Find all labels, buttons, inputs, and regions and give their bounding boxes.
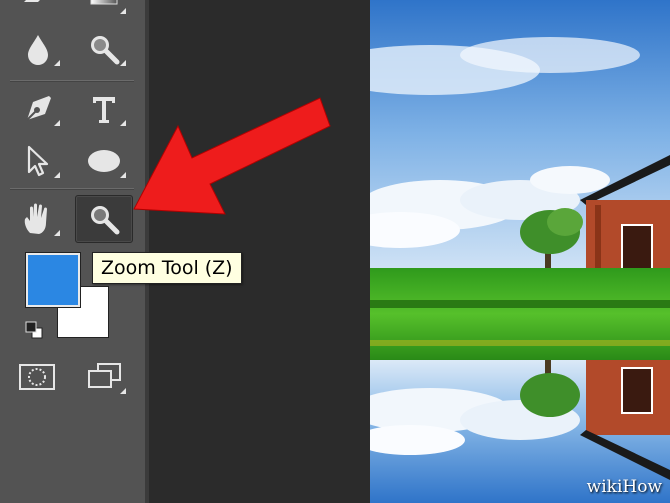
- tool-flyout-indicator: [120, 172, 126, 178]
- ellipse-icon: [88, 150, 120, 172]
- tool-flyout-indicator: [54, 120, 60, 126]
- blur-tool[interactable]: [10, 26, 66, 72]
- foreground-color-swatch[interactable]: [25, 252, 81, 308]
- screen-mode-button[interactable]: [86, 362, 126, 394]
- type-t-icon: [93, 97, 115, 123]
- zoom-tool-tooltip: Zoom Tool (Z): [92, 252, 242, 284]
- tool-flyout-indicator: [54, 230, 60, 236]
- eraser-icon: [24, 0, 40, 2]
- path-selection-tool[interactable]: [10, 138, 66, 184]
- quick-mask-icon: [19, 364, 55, 390]
- tool-flyout-indicator: [54, 172, 60, 178]
- toolbar-separator: [10, 80, 134, 82]
- arrow-pointer-icon: [27, 145, 49, 177]
- toolbar-separator: [10, 188, 134, 190]
- red-arrow-annotation: [133, 97, 331, 215]
- tool-flyout-indicator: [120, 120, 126, 126]
- document-canvas[interactable]: wikiHow: [370, 0, 670, 503]
- pen-nib-icon: [26, 96, 51, 121]
- type-tool[interactable]: [76, 86, 132, 132]
- tool-flyout-indicator: [120, 388, 126, 394]
- tool-flyout-indicator: [120, 8, 126, 14]
- tool-flyout-indicator: [54, 60, 60, 66]
- eraser-tool[interactable]: [10, 0, 66, 20]
- landscape-photo: [370, 0, 670, 503]
- magnifier-icon: [91, 36, 120, 65]
- quick-mask-button[interactable]: [18, 363, 56, 391]
- hand-tool[interactable]: [10, 196, 66, 242]
- gradient-tool[interactable]: [76, 0, 132, 20]
- screen-mode-icon: [88, 363, 121, 388]
- gradient-icon: [90, 0, 118, 5]
- magnifier-icon: [91, 206, 120, 235]
- watermark: wikiHow: [586, 477, 662, 497]
- drop-icon: [28, 35, 48, 65]
- zoom-tool-alt[interactable]: [76, 26, 132, 72]
- ellipse-tool[interactable]: [76, 138, 132, 184]
- tool-flyout-indicator: [120, 60, 126, 66]
- pen-tool[interactable]: [10, 86, 66, 132]
- default-colors-icon[interactable]: [24, 320, 44, 340]
- hand-icon: [24, 203, 47, 234]
- zoom-tool[interactable]: [75, 195, 133, 243]
